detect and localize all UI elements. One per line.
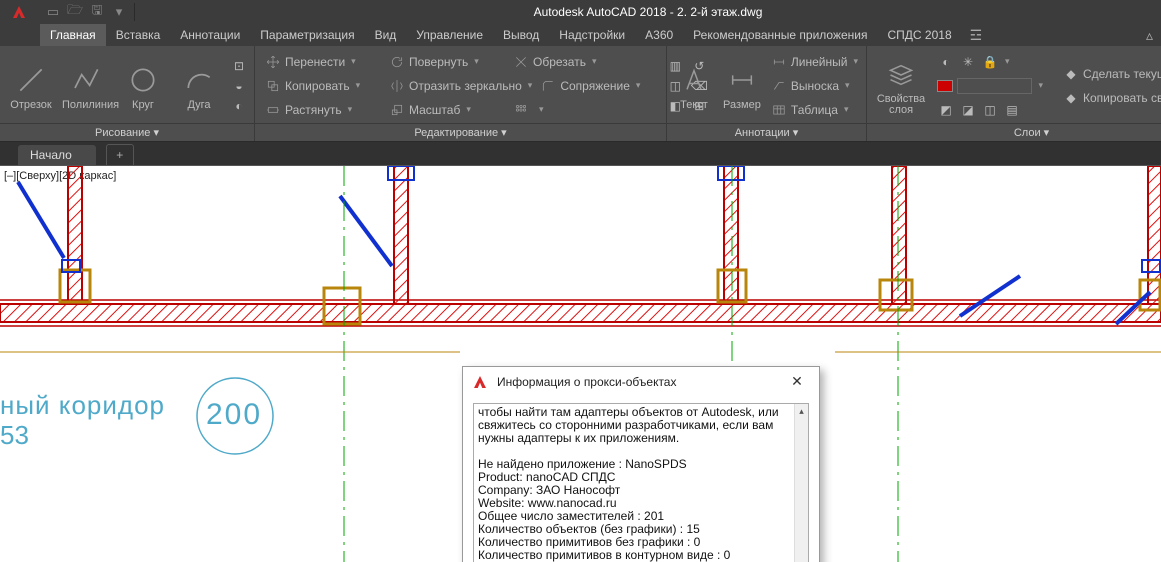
close-icon[interactable]: ✕: [783, 374, 811, 391]
edit-row-1: Копировать▾Отразить зеркально▾Сопряжение…: [261, 75, 660, 97]
panel-layers: Свойства слоя ◐✳🔒▾ ▾ ◩◪◫▤ ◆Сделать текущ…: [867, 46, 1161, 141]
trim-icon: [513, 54, 529, 70]
menu-tab-1[interactable]: Вставка: [106, 24, 171, 46]
start-tab[interactable]: Начало: [18, 145, 96, 165]
layer-misc2-icon[interactable]: ◪: [959, 101, 977, 119]
panel-anno: Текст Размер Линейный▾Выноска▾Таблица▾ А…: [667, 46, 867, 141]
menu-tab-4[interactable]: Вид: [365, 24, 407, 46]
menu-tab-7[interactable]: Надстройки: [549, 24, 635, 46]
menu-tab-5[interactable]: Управление: [406, 24, 493, 46]
app-small-icon: [471, 373, 489, 391]
dimension-button[interactable]: Размер: [721, 61, 763, 111]
mleader-icon: [771, 78, 787, 94]
new-tab-button[interactable]: +: [106, 144, 134, 165]
cmd-stretch[interactable]: Растянуть▾: [263, 102, 383, 118]
panel-edit-title[interactable]: Редактирование ▾: [255, 123, 666, 141]
freeze-icon: ✳: [959, 53, 977, 71]
room-label-1: ный коридор: [0, 390, 165, 421]
draw-ext2-icon[interactable]: ◐: [230, 97, 248, 115]
text-button[interactable]: Текст: [673, 61, 715, 111]
document-tabs: Начало +: [0, 142, 1161, 166]
panel-edit: Перенести▾Повернуть▾Обрезать▾Копировать▾…: [255, 46, 667, 141]
layer-properties-button[interactable]: Свойства слоя: [873, 56, 929, 116]
layer-combo[interactable]: ▾: [935, 75, 1045, 97]
qat-save-icon[interactable]: 🖫: [88, 3, 106, 21]
app-logo[interactable]: [0, 0, 38, 24]
cmd-move[interactable]: Перенести▾: [263, 54, 383, 70]
layer-color-swatch: [937, 80, 953, 92]
cmd-mirror[interactable]: Отразить зеркально▾: [387, 78, 534, 94]
layer-cmd-0[interactable]: ◆Сделать текущим: [1061, 63, 1161, 85]
quick-access-toolbar: ▭ 🗁 🖫 ▾: [38, 3, 135, 21]
stretch-icon: [265, 102, 281, 118]
cmd-rotate[interactable]: Повернуть▾: [387, 54, 507, 70]
window-title: Autodesk AutoCAD 2018 - 2. 2-й этаж.dwg: [135, 5, 1161, 19]
layer-cmd-1[interactable]: ◆Копировать свойст: [1061, 87, 1161, 109]
room-label-2: 53: [0, 420, 29, 451]
titlebar: ▭ 🗁 🖫 ▾ Autodesk AutoCAD 2018 - 2. 2-й э…: [0, 0, 1161, 24]
dialog-line: нужны адаптеры к их приложениям.: [478, 432, 794, 445]
panel-draw: ОтрезокПолилинияКругДуга ⊡ ◒ ◐ Рисование ▾: [0, 46, 255, 141]
qat-new-icon[interactable]: ▭: [44, 3, 62, 21]
draw-ext0-icon[interactable]: ⊡: [230, 57, 248, 75]
panel-draw-title[interactable]: Рисование ▾: [0, 123, 254, 141]
ribbon: ОтрезокПолилинияКругДуга⊡◒◐ Рисование ▾ …: [0, 46, 1161, 142]
lock-icon: 🔒: [981, 53, 999, 71]
cmd-copy[interactable]: Копировать▾: [263, 78, 383, 94]
circle-button[interactable]: Круг: [118, 61, 168, 111]
menu-tab-8[interactable]: A360: [635, 24, 683, 46]
move-icon: [265, 54, 281, 70]
cmd-array[interactable]: ▾: [511, 102, 631, 118]
scroll-up-icon[interactable]: ▴: [795, 404, 808, 418]
rotate-icon: [389, 54, 405, 70]
panel-anno-title[interactable]: Аннотации ▾: [667, 123, 866, 141]
layer-misc3-icon[interactable]: ◫: [981, 101, 999, 119]
dialog-message[interactable]: чтобы найти там адаптеры объектов от Aut…: [473, 403, 809, 562]
cmd-scale[interactable]: Масштаб▾: [387, 102, 507, 118]
tab-extras-icon[interactable]: ☲: [962, 27, 991, 44]
layer-misc1-icon[interactable]: ◩: [937, 101, 955, 119]
room-number: 200: [206, 398, 262, 432]
mirror-icon: [389, 78, 405, 94]
proxy-info-dialog: Информация о прокси-объектах ✕ чтобы най…: [462, 366, 820, 562]
cmd-fillet[interactable]: Сопряжение▾: [538, 78, 658, 94]
menu-tab-10[interactable]: СПДС 2018: [878, 24, 962, 46]
qat-more-icon[interactable]: ▾: [110, 3, 128, 21]
bulb-icon: ◐: [937, 53, 955, 71]
menu-tab-3[interactable]: Параметризация: [250, 24, 364, 46]
anno-leader[interactable]: Линейный▾: [769, 51, 860, 73]
panel-layers-title[interactable]: Слои ▾: [867, 123, 1161, 141]
line-button[interactable]: Отрезок: [6, 61, 56, 111]
menu-tab-2[interactable]: Аннотации: [170, 24, 250, 46]
layer-cmd0-icon: ◆: [1063, 66, 1079, 82]
edit-row-0: Перенести▾Повернуть▾Обрезать▾: [261, 51, 660, 73]
dialog-scrollbar[interactable]: ▴ ▾: [794, 404, 808, 562]
anno-table[interactable]: Таблица▾: [769, 99, 860, 121]
ribbon-tabstrip: ГлавнаяВставкаАннотацииПараметризацияВид…: [0, 24, 1161, 46]
edit-row-2: Растянуть▾Масштаб▾▾: [261, 99, 660, 121]
fillet-icon: [540, 78, 556, 94]
dialog-titlebar[interactable]: Информация о прокси-объектах ✕: [463, 367, 819, 397]
cmd-trim[interactable]: Обрезать▾: [511, 54, 631, 70]
menu-tab-9[interactable]: Рекомендованные приложения: [683, 24, 877, 46]
arc-button[interactable]: Дуга: [174, 61, 224, 111]
anno-mleader[interactable]: Выноска▾: [769, 75, 860, 97]
menu-tab-0[interactable]: Главная: [40, 24, 106, 46]
drawing-canvas[interactable]: [–][Сверху][2D каркас]: [0, 166, 1161, 562]
qat-open-icon[interactable]: 🗁: [66, 3, 84, 21]
draw-ext1-icon[interactable]: ◒: [230, 77, 248, 95]
table-icon: [771, 102, 787, 118]
layer-cmd1-icon: ◆: [1063, 90, 1079, 106]
scale-icon: [389, 102, 405, 118]
layer-misc4-icon[interactable]: ▤: [1003, 101, 1021, 119]
copy-icon: [265, 78, 281, 94]
polyline-button[interactable]: Полилиния: [62, 61, 112, 111]
array-icon: [513, 102, 529, 118]
menu-tab-6[interactable]: Вывод: [493, 24, 549, 46]
layer-state-row[interactable]: ◐✳🔒▾: [935, 51, 1045, 73]
leader-icon: [771, 54, 787, 70]
dialog-title: Информация о прокси-объектах: [497, 375, 775, 389]
tab-expand-icon[interactable]: ▵: [1138, 27, 1161, 44]
